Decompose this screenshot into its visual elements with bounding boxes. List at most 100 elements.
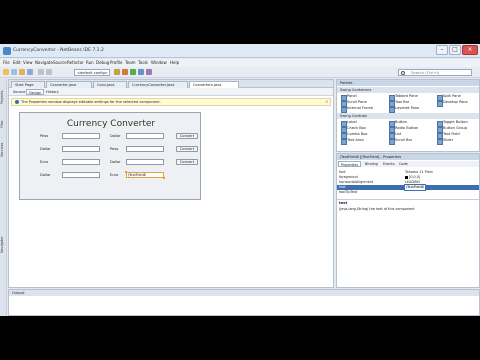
close-button[interactable]: ×: [462, 45, 478, 55]
tab-converter-java[interactable]: Converter.java: [46, 81, 92, 88]
text-field-7[interactable]: [126, 159, 164, 165]
palette-item-label[interactable]: Label: [341, 120, 357, 127]
palette-item-combo-box[interactable]: Combo Box: [341, 132, 368, 139]
text-field-4[interactable]: [62, 172, 100, 178]
palette-item-desktop-pane[interactable]: Desktop Pane: [437, 100, 468, 107]
minimize-button[interactable]: –: [436, 45, 448, 55]
menu-debug[interactable]: Debug: [96, 60, 109, 65]
debug-icon[interactable]: [138, 69, 144, 75]
text-field-8[interactable]: jTextField8: [126, 172, 164, 178]
palette-item-slider[interactable]: Slider: [437, 138, 453, 145]
palette-item-layered-pane[interactable]: Layered Pane: [389, 106, 419, 113]
save-all-icon[interactable]: [27, 69, 33, 75]
open-project-icon[interactable]: [19, 69, 25, 75]
palette-item-text-field[interactable]: Text Field: [437, 132, 460, 139]
palette-panel: Palette Swing Containers Panel Tabbed Pa…: [336, 79, 480, 152]
tab-converters-java[interactable]: Converters.java: [189, 81, 239, 88]
menu-bar: File Edit View Navigate Source Refactor …: [0, 59, 480, 67]
run-icon[interactable]: [130, 69, 136, 75]
tab-events[interactable]: Events: [381, 161, 396, 167]
convert-button-2[interactable]: Convert: [176, 146, 198, 152]
palette-item-list[interactable]: List: [389, 132, 401, 139]
tab-design[interactable]: Design: [26, 89, 45, 95]
tab-binding[interactable]: Binding: [363, 161, 380, 167]
label-peso-right[interactable]: Peso: [110, 147, 118, 151]
palette-item-text-area[interactable]: Text Area: [341, 138, 364, 145]
label-dollar-right-1[interactable]: Dollar: [110, 134, 121, 138]
color-swatch: [405, 176, 408, 179]
redo-icon[interactable]: [46, 69, 52, 75]
close-info-icon[interactable]: ×: [325, 100, 329, 104]
menu-view[interactable]: View: [23, 60, 33, 65]
property-row[interactable]: toolTipText: [337, 190, 479, 195]
tab-services[interactable]: Services: [0, 137, 7, 163]
output-title[interactable]: Output: [9, 290, 479, 296]
text-field-2[interactable]: [62, 146, 100, 152]
info-bar: The Properties window displays editable …: [11, 98, 331, 106]
menu-run[interactable]: Run: [86, 60, 94, 65]
text-field-3[interactable]: [62, 159, 100, 165]
editor-toolbar: Source Design History: [9, 88, 333, 96]
new-project-icon[interactable]: [3, 69, 9, 75]
palette-item-button[interactable]: Button: [389, 120, 407, 127]
tab-properties[interactable]: Properties: [338, 161, 362, 167]
palette-item-button-group[interactable]: Button Group: [437, 126, 467, 133]
menu-refactor[interactable]: Refactor: [67, 60, 84, 65]
resize-handle[interactable]: [125, 171, 127, 173]
palette-section-swing-containers[interactable]: Swing Containers: [337, 87, 479, 93]
tab-projects[interactable]: Projects: [0, 83, 7, 111]
menu-team[interactable]: Team: [125, 60, 136, 65]
clean-build-icon[interactable]: [122, 69, 128, 75]
build-icon[interactable]: [114, 69, 120, 75]
undo-icon[interactable]: [38, 69, 44, 75]
text-field-6[interactable]: [126, 146, 164, 152]
text-field-1[interactable]: [62, 133, 100, 139]
menu-navigate[interactable]: Navigate: [35, 60, 53, 65]
tab-currencyconverter-java[interactable]: CurrencyConverter.java: [128, 81, 188, 88]
palette-item-tabbed-pane[interactable]: Tabbed Pane: [389, 94, 418, 101]
menu-source[interactable]: Source: [53, 60, 67, 65]
label-dollar-2[interactable]: Dollar: [40, 173, 51, 177]
tab-start-page[interactable]: Start Page: [11, 81, 45, 88]
property-description-text: (java.lang.String) the text of this comp…: [339, 207, 415, 211]
label-euro[interactable]: Euro: [40, 160, 48, 164]
palette-item-check-box[interactable]: Check Box: [341, 126, 366, 133]
convert-button-1[interactable]: Convert: [176, 133, 198, 139]
palette-section-swing-controls[interactable]: Swing Controls: [337, 113, 479, 119]
convert-button-3[interactable]: Convert: [176, 159, 198, 165]
palette-item-panel[interactable]: Panel: [341, 94, 357, 101]
palette-item-toggle-button[interactable]: Toggle Button: [437, 120, 468, 127]
document-tabs: Start Page Converter.java Conv.java Curr…: [9, 80, 333, 88]
palette-item-internal-frame[interactable]: Internal Frame: [341, 106, 373, 113]
tab-source[interactable]: Source: [11, 89, 27, 95]
menu-file[interactable]: File: [3, 60, 10, 65]
resize-handle[interactable]: [163, 177, 165, 179]
divider: [337, 199, 479, 200]
palette-item-radio-button[interactable]: Radio Button: [389, 126, 418, 133]
label-dollar-1[interactable]: Dollar: [40, 147, 51, 151]
menu-profile[interactable]: Profile: [110, 60, 122, 65]
maximize-button[interactable]: □: [449, 45, 461, 55]
palette-item-tool-bar[interactable]: Tool Bar: [389, 100, 409, 107]
menu-window[interactable]: Window: [151, 60, 167, 65]
text-field-5[interactable]: [126, 133, 164, 139]
tab-code[interactable]: Code: [397, 161, 410, 167]
tab-navigator[interactable]: Navigator: [0, 229, 7, 261]
palette-item-scroll-bar[interactable]: Scroll Bar: [389, 138, 412, 145]
tab-conv-java[interactable]: Conv.java: [93, 81, 127, 88]
profile-icon[interactable]: [146, 69, 152, 75]
palette-item-scroll-pane[interactable]: Scroll Pane: [341, 100, 367, 107]
label-euro-right[interactable]: Euro: [110, 173, 118, 177]
search-input[interactable]: Search (Ctrl+I): [398, 69, 472, 76]
label-peso[interactable]: Peso: [40, 134, 48, 138]
form-title-label[interactable]: Currency Converter: [20, 119, 202, 129]
tab-history[interactable]: History: [44, 89, 61, 95]
new-file-icon[interactable]: [11, 69, 17, 75]
menu-edit[interactable]: Edit: [13, 60, 21, 65]
palette-item-split-pane[interactable]: Split Pane: [437, 94, 461, 101]
menu-tools[interactable]: Tools: [138, 60, 148, 65]
label-dollar-right-2[interactable]: Dollar: [110, 160, 121, 164]
config-select[interactable]: <default config>: [74, 69, 110, 76]
menu-help[interactable]: Help: [170, 60, 179, 65]
tab-files[interactable]: Files: [0, 115, 7, 133]
